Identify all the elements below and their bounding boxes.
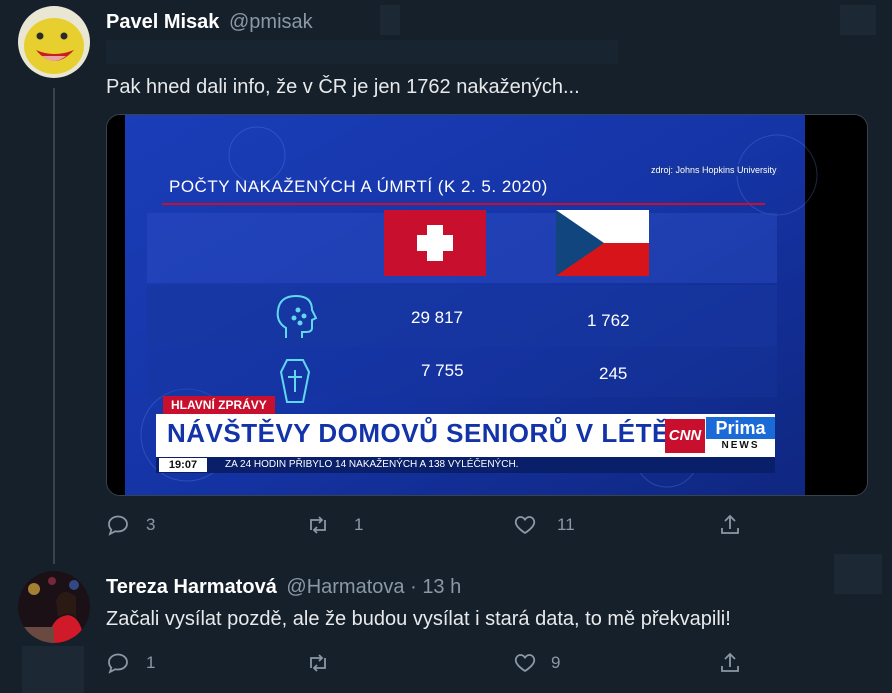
swiss-flag: [384, 210, 486, 276]
tweet-actions: 3 1 11: [106, 510, 746, 540]
placeholder-box: [380, 5, 400, 35]
like-button[interactable]: 11: [513, 510, 575, 540]
reply-count: 1: [146, 653, 156, 672]
reply-count: 3: [146, 515, 156, 534]
reply-icon: [108, 515, 128, 536]
deaths-ch: 7 755: [421, 361, 464, 380]
author-name[interactable]: Pavel Misak: [106, 11, 219, 33]
avatar-pmisak[interactable]: [18, 6, 90, 78]
retweet-icon: [310, 516, 326, 534]
placeholder-box: [22, 646, 84, 693]
share-icon: [721, 514, 739, 534]
coffin-icon: [277, 358, 313, 404]
share-button[interactable]: [718, 510, 742, 540]
heart-icon: [514, 654, 536, 673]
tweet-actions: 1 9: [106, 648, 746, 678]
show-label: HLAVNÍ ZPRÁVY: [163, 396, 275, 414]
author-name[interactable]: Tereza Harmatová: [106, 576, 277, 598]
more-button[interactable]: [834, 554, 882, 594]
infected-icon: [272, 292, 320, 342]
chart-title: POČTY NAKAŽENÝCH A ÚMRTÍ (K 2. 5. 2020): [169, 177, 548, 196]
source-label: zdroj: Johns Hopkins University: [647, 164, 781, 176]
retweet-button[interactable]: [306, 648, 330, 678]
infected-cz: 1 762: [587, 311, 630, 330]
retweet-count: 1: [354, 515, 364, 534]
placeholder-bar: [106, 40, 618, 64]
infected-ch: 29 817: [411, 308, 463, 327]
share-button[interactable]: [718, 648, 742, 678]
separator-dot: ·: [410, 576, 417, 598]
clock: 19:07: [159, 458, 207, 472]
avatar-harmatova[interactable]: [18, 571, 90, 643]
tweet-pmisak[interactable]: Pavel Misak @pmisak Pak hned dali info, …: [0, 0, 892, 564]
tweet-header: Pavel Misak @pmisak: [106, 11, 313, 34]
headline: NÁVŠTĚVY DOMOVŮ SENIORŮ V LÉTĚ: [167, 418, 670, 448]
ticker-text: ZA 24 HODIN PŘIBYLO 14 NAKAŽENÝCH A 138 …: [225, 459, 519, 470]
reply-icon: [108, 653, 128, 674]
retweet-button[interactable]: 1: [306, 510, 363, 540]
retweet-icon: [310, 654, 326, 672]
tweet-media[interactable]: zdroj: Johns Hopkins University POČTY NA…: [106, 114, 868, 496]
deaths-cz: 245: [599, 364, 628, 383]
tweet-text: Pak hned dali info, že v ČR je jen 1762 …: [106, 76, 580, 98]
timestamp[interactable]: 13 h: [422, 576, 461, 598]
cnn-logo: CNN: [665, 419, 705, 453]
author-handle[interactable]: @pmisak: [229, 11, 313, 33]
reply-button[interactable]: 1: [106, 648, 155, 678]
tweet-header: Tereza Harmatová @Harmatova · 13 h: [106, 576, 461, 599]
news-logo: NEWS: [706, 439, 775, 453]
heart-icon: [514, 516, 536, 535]
like-count: 9: [551, 653, 561, 672]
like-count: 11: [557, 515, 575, 534]
reply-button[interactable]: 3: [106, 510, 155, 540]
prima-logo: Prima: [706, 417, 775, 439]
thread-line: [53, 88, 55, 564]
share-icon: [721, 652, 739, 672]
tweet-harmatova[interactable]: Tereza Harmatová @Harmatova · 13 h Začal…: [0, 554, 892, 693]
tweet-text: Začali vysílat pozdě, ale že budou vysíl…: [106, 608, 731, 630]
czech-flag: [556, 210, 649, 276]
like-button[interactable]: 9: [513, 648, 560, 678]
author-handle[interactable]: @Harmatova: [286, 576, 404, 598]
more-button[interactable]: [840, 5, 876, 35]
